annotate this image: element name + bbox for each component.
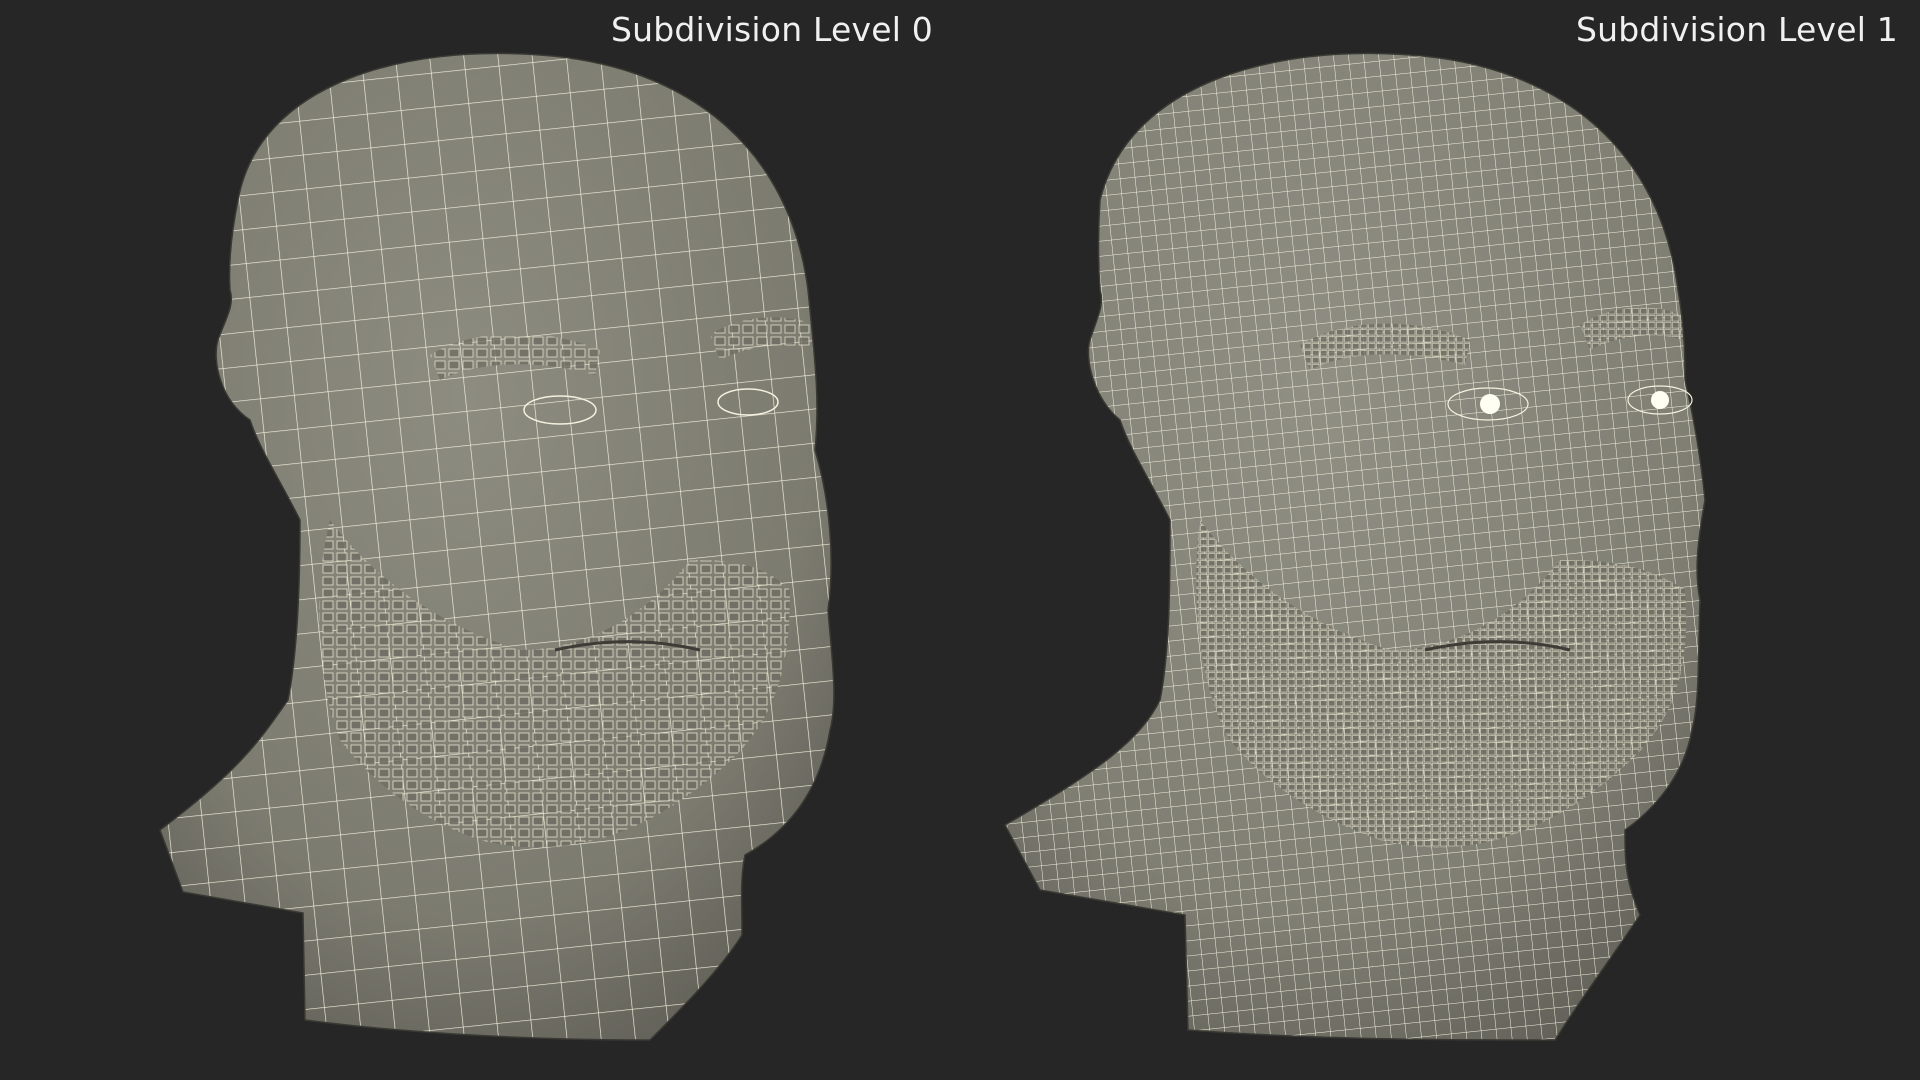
caption-subdivision-level-1: Subdivision Level 1 xyxy=(1576,10,1898,49)
panel-level-1: Subdivision Level 1 xyxy=(960,0,1920,1080)
caption-subdivision-level-0: Subdivision Level 0 xyxy=(611,10,933,49)
head-mesh xyxy=(1004,52,1706,1041)
head-wireframe-level-0 xyxy=(159,52,835,1041)
head-wireframe-level-1 xyxy=(1004,52,1706,1041)
panel-level-0: Subdivision Level 0 xyxy=(0,0,960,1080)
render-comparison: Subdivision Level 0 Subdivision Level 1 xyxy=(0,0,1920,1080)
head-mesh xyxy=(159,52,835,1041)
